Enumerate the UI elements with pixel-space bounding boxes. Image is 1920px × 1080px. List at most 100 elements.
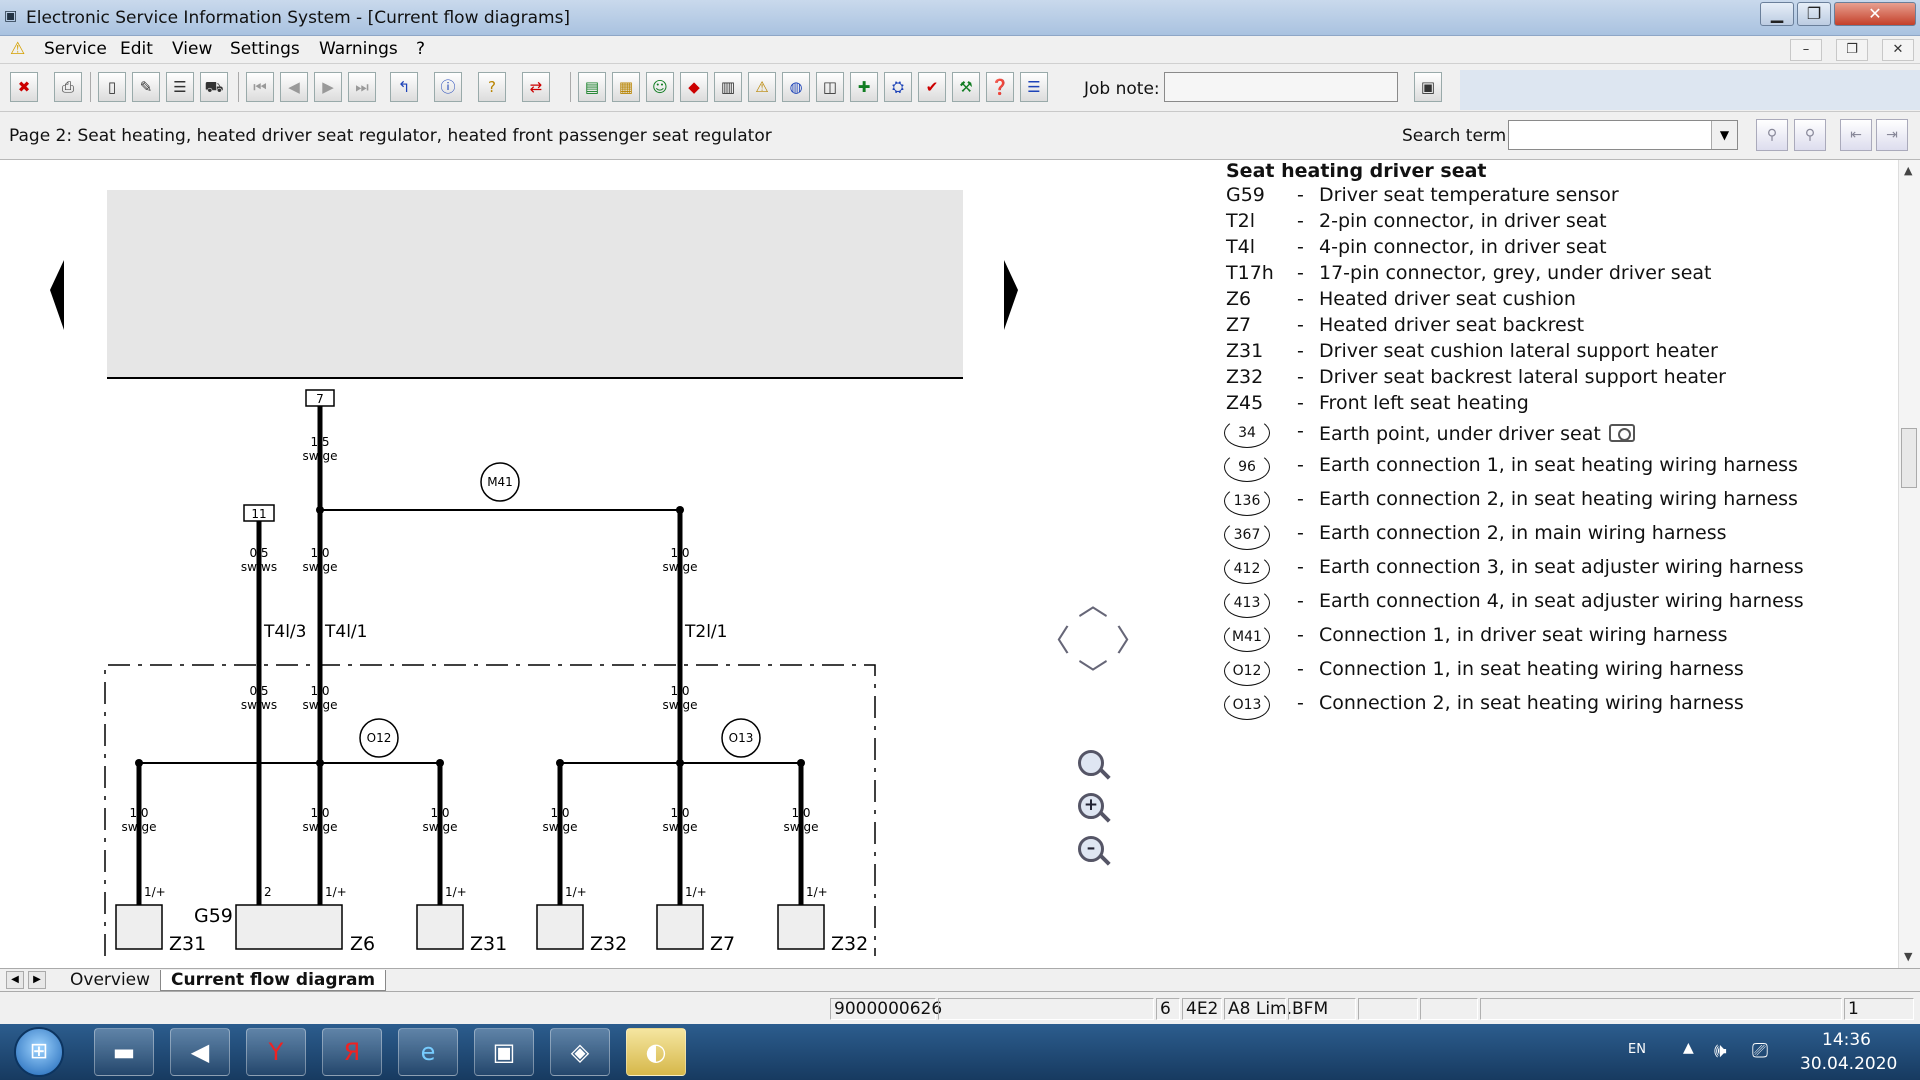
chevron-down-icon[interactable]: ▼ (1711, 121, 1737, 149)
back-to-overview-icon[interactable]: ↰ (390, 72, 418, 102)
next-page-icon[interactable]: ▶ (314, 72, 342, 102)
legend-desc: 4-pin connector, in driver seat (1319, 236, 1607, 258)
tab-scroll-left-icon[interactable]: ◀ (6, 971, 24, 989)
last-page-icon[interactable]: ⏭ (348, 72, 376, 102)
world-of-tanks-icon[interactable]: ◈ (550, 1028, 610, 1076)
clock-date[interactable]: 30.04.2020 (1800, 1054, 1897, 1074)
file-explorer-icon[interactable]: ▬ (94, 1028, 154, 1076)
legend-dash: - (1297, 314, 1304, 336)
tab-overview[interactable]: Overview (60, 970, 160, 991)
yandex-icon[interactable]: Я (322, 1028, 382, 1076)
network-icon[interactable]: ☰ (1020, 72, 1048, 102)
print-icon[interactable]: ⎙ (54, 72, 82, 102)
mdi-close-button[interactable]: ✕ (1882, 39, 1914, 61)
previous-page-icon[interactable]: ◀ (280, 72, 308, 102)
legend-code: Z31 (1226, 340, 1264, 362)
help-icon[interactable]: ? (478, 72, 506, 102)
junction-dot (316, 506, 324, 514)
legend-desc: Connection 1, in driver seat wiring harn… (1319, 624, 1728, 646)
terminal-label-7: 7 (316, 392, 324, 406)
menu-service[interactable]: Service (44, 39, 107, 59)
job-note-label: Job note: (1084, 79, 1160, 99)
tools-icon[interactable]: ⚒ (952, 72, 980, 102)
checklist-icon[interactable]: ✔ (918, 72, 946, 102)
current-flow-diagram[interactable]: 7 11 M41 1,5 sw/ge 0,5 sw/ws 1,0 sw/ge 1… (0, 160, 1040, 968)
app-icon-active[interactable]: ◐ (626, 1028, 686, 1076)
scroll-up-icon[interactable]: ▲ (1904, 164, 1912, 177)
pan-left-icon[interactable]: 〈 (1040, 616, 1070, 660)
info-icon[interactable]: ⓘ (434, 72, 462, 102)
elsa-app-icon[interactable]: ▣ (474, 1028, 534, 1076)
camera-icon[interactable] (1608, 424, 1635, 442)
clock-time[interactable]: 14:36 (1822, 1030, 1871, 1050)
document-icon[interactable]: ▥ (714, 72, 742, 102)
menu-edit[interactable]: Edit (120, 39, 153, 59)
module-icon[interactable]: ▦ (612, 72, 640, 102)
scrollbar-thumb[interactable] (1901, 428, 1917, 488)
zoom-fit-icon[interactable] (1078, 750, 1104, 776)
warning-toolbar-icon[interactable]: ⚠ (748, 72, 776, 102)
car-service-icon[interactable]: ⛭ (884, 72, 912, 102)
question-document-icon[interactable]: ❓ (986, 72, 1014, 102)
document-list-icon[interactable]: ☰ (166, 72, 194, 102)
language-indicator[interactable]: EN (1628, 1042, 1646, 1057)
search-term-combobox[interactable]: ▼ (1508, 120, 1738, 150)
pan-up-icon[interactable]: ︿ (1078, 580, 1108, 624)
minimize-button[interactable]: ▁ (1760, 2, 1794, 26)
previous-hit-icon[interactable]: ⇤ (1840, 119, 1872, 151)
next-hit-icon[interactable]: ⇥ (1876, 119, 1908, 151)
maximize-button[interactable]: ❐ (1797, 2, 1831, 26)
search-forward-icon[interactable]: ⚲ (1756, 119, 1788, 151)
search-backward-icon[interactable]: ⚲ (1794, 119, 1826, 151)
network-tray-icon[interactable]: ⎚ (1752, 1038, 1768, 1062)
internet-explorer-icon[interactable]: e (398, 1028, 458, 1076)
warning-icon[interactable]: ⚠ (10, 39, 25, 59)
clipboard-icon[interactable]: ▣ (1414, 72, 1442, 102)
terminal-label-11: 11 (251, 507, 266, 521)
mdi-minimize-button[interactable]: – (1790, 39, 1822, 61)
exit-icon[interactable]: ✖ (10, 72, 38, 102)
next-diagram-arrow[interactable] (1004, 260, 1018, 330)
zoom-in-icon[interactable]: + (1078, 793, 1104, 819)
chart-icon[interactable]: ◫ (816, 72, 844, 102)
book-icon[interactable]: ◆ (680, 72, 708, 102)
component-label: Z31 (169, 933, 206, 955)
yandex-browser-icon[interactable]: Y (246, 1028, 306, 1076)
job-note-input[interactable] (1164, 72, 1398, 102)
legend-dash: - (1297, 692, 1304, 714)
edit-document-icon[interactable]: ✎ (132, 72, 160, 102)
tab-current-flow-diagram[interactable]: Current flow diagram (160, 970, 387, 991)
new-document-icon[interactable]: ▯ (98, 72, 126, 102)
menu-view[interactable]: View (172, 39, 212, 59)
pan-right-icon[interactable]: 〉 (1116, 616, 1146, 660)
swap-icon[interactable]: ⇄ (522, 72, 550, 102)
menu-settings[interactable]: Settings (230, 39, 300, 59)
previous-diagram-arrow[interactable] (50, 260, 64, 330)
tab-scroll-right-icon[interactable]: ▶ (28, 971, 46, 989)
show-hidden-icons[interactable]: ▲ (1683, 1040, 1694, 1056)
close-button[interactable]: ✕ (1834, 2, 1916, 26)
vehicle-icon[interactable]: ⛟ (200, 72, 228, 102)
menu-warnings[interactable]: Warnings (319, 39, 398, 59)
speaker-app-icon[interactable]: ◀ (170, 1028, 230, 1076)
person-icon[interactable]: ☺ (646, 72, 674, 102)
pan-down-icon[interactable]: ﹀ (1078, 650, 1108, 694)
menu-help[interactable]: ? (416, 39, 425, 59)
globe-icon[interactable]: ◍ (782, 72, 810, 102)
first-page-icon[interactable]: ⏮ (246, 72, 274, 102)
earth-circle: 34 (1224, 418, 1270, 448)
zoom-out-icon[interactable]: – (1078, 836, 1104, 862)
volume-icon[interactable]: 🕪 (1714, 1038, 1727, 1062)
legend-desc-text: Earth point, under driver seat (1319, 423, 1601, 445)
workshop-manual-icon[interactable]: ▤ (578, 72, 606, 102)
scroll-down-icon[interactable]: ▼ (1904, 950, 1912, 963)
title-bar[interactable]: ▣ Electronic Service Information System … (0, 0, 1920, 36)
legend-desc: Earth connection 3, in seat adjuster wir… (1319, 556, 1804, 578)
vertical-scrollbar[interactable]: ▲ ▼ (1898, 160, 1920, 968)
mdi-restore-button[interactable]: ❐ (1836, 39, 1868, 61)
start-button[interactable]: ⊞ (14, 1027, 64, 1077)
toolbar-separator (90, 72, 91, 102)
wire-color-label: sw/ge (783, 820, 818, 834)
wrench-icon[interactable]: ✚ (850, 72, 878, 102)
diagram-navigation: ︿ 〈 〉 ﹀ + – (1040, 580, 1160, 880)
